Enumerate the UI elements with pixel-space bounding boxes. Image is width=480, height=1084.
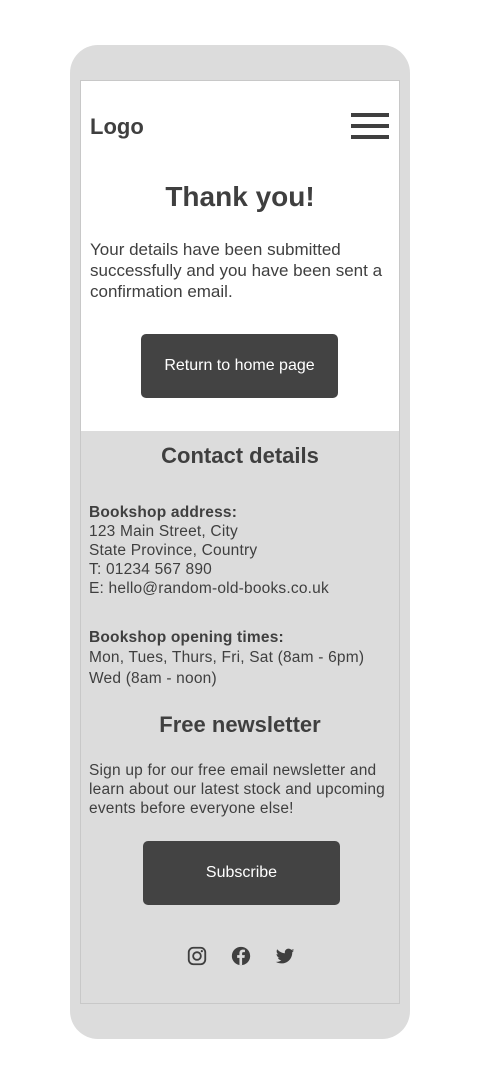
newsletter-title: Free newsletter	[159, 712, 321, 737]
logo[interactable]: Logo	[90, 114, 144, 140]
hamburger-menu-icon[interactable]	[351, 113, 391, 141]
phone-number: T: 01234 567 890	[89, 561, 212, 578]
opening-hours-block: Bookshop opening times: Mon, Tues, Thurs…	[89, 628, 399, 689]
address-block: Bookshop address: 123 Main Street, City …	[89, 503, 399, 598]
address-line-2: State Province, Country	[89, 542, 258, 559]
social-links	[186, 945, 306, 969]
newsletter-text: Sign up for our free email newsletter an…	[89, 762, 385, 817]
hours-line-1: Mon, Tues, Thurs, Fri, Sat (8am - 6pm)	[89, 649, 365, 666]
page-title: Thank you!	[165, 181, 315, 212]
footer: Contact details Bookshop address: 123 Ma…	[81, 431, 399, 1003]
instagram-icon[interactable]	[186, 945, 208, 967]
address-label: Bookshop address:	[89, 504, 238, 521]
subscribe-button[interactable]: Subscribe	[143, 841, 340, 905]
contact-title: Contact details	[161, 443, 319, 468]
hours-label: Bookshop opening times:	[89, 629, 284, 646]
header: Logo	[81, 81, 399, 171]
phone-screen: Logo Thank you! Your details have been s…	[80, 80, 400, 1004]
address-line-1: 123 Main Street, City	[89, 523, 238, 540]
confirmation-message: Your details have been submitted success…	[90, 240, 383, 301]
facebook-icon[interactable]	[230, 945, 252, 967]
return-home-button[interactable]: Return to home page	[141, 334, 338, 398]
twitter-icon[interactable]	[274, 945, 296, 967]
hours-line-2: Wed (8am - noon)	[89, 670, 217, 687]
email-address: E: hello@random-old-books.co.uk	[89, 580, 329, 597]
